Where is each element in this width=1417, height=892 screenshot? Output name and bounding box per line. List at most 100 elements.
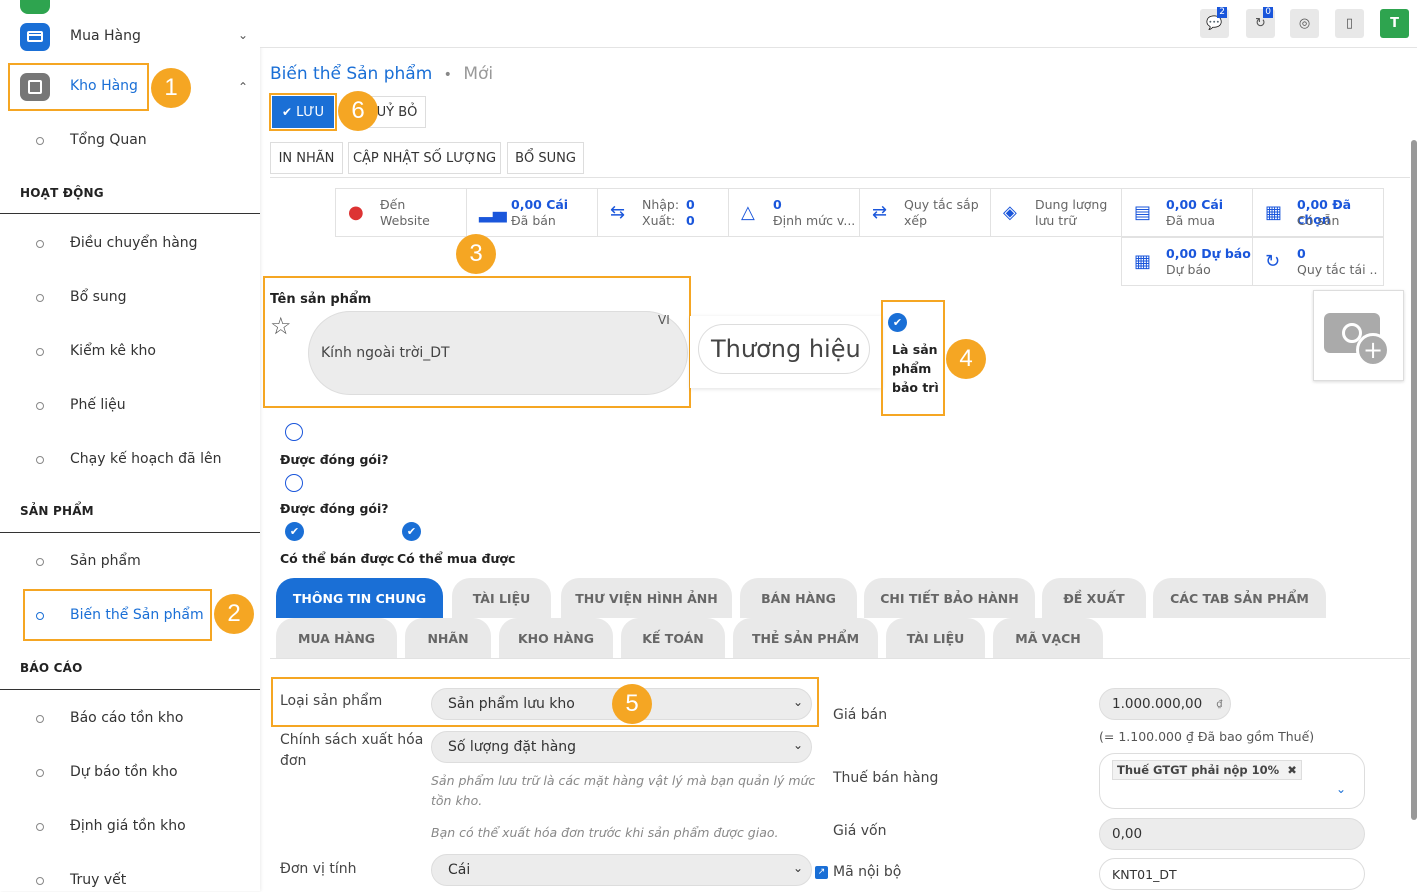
stat-onhand[interactable]: ▦ 0,00 Đã chọn Có sẵn (1252, 188, 1384, 237)
sidebar-item-mua-hang[interactable]: Mua Hàng ⌄ (0, 22, 260, 52)
packed-radio-1[interactable] (285, 423, 303, 441)
stat-website[interactable]: ● Đến Website (335, 188, 467, 237)
tab-ma-vach[interactable]: MÃ VẠCH (993, 618, 1103, 658)
tab-mua-hang[interactable]: MUA HÀNG (276, 618, 397, 658)
sidebar-item-kiem-ke[interactable]: Kiểm kê kho (0, 341, 260, 363)
uom-select[interactable]: Cái ⌄ (431, 854, 812, 886)
breadcrumb: Biến thể Sản phẩm • Mới (270, 64, 493, 84)
cost-input[interactable]: 0,00 (1099, 818, 1365, 850)
tab-thu-vien-hinh-anh[interactable]: THƯ VIỆN HÌNH ẢNH (561, 578, 732, 618)
sidebar-item-label: Truy vết (70, 872, 127, 888)
tab-ban-hang[interactable]: BÁN HÀNG (740, 578, 857, 618)
sidebar-item-truy-vet[interactable]: Truy vết (0, 870, 260, 892)
tabs-divider (270, 658, 1410, 659)
sidebar-item-label: Mua Hàng (70, 28, 141, 44)
annotation-badge-6: 6 (338, 91, 378, 131)
scrollbar[interactable] (1411, 140, 1417, 820)
stat-replenish-rule[interactable]: ↻ 0 Quy tắc tái ... (1252, 237, 1384, 286)
packed-radio-2[interactable] (285, 474, 303, 492)
sidebar-item-du-bao[interactable]: Dự báo tồn kho (0, 762, 260, 784)
stat-forecast[interactable]: ▦ 0,00 Dự báo Dự báo (1121, 237, 1253, 286)
top-bar: 💬 2 ↻ 0 ◎ ▯ T (260, 0, 1417, 48)
can-buy-checkbox[interactable]: ✔ (402, 522, 421, 541)
sidebar-item-phe-lieu[interactable]: Phế liệu (0, 395, 260, 417)
brand-input[interactable]: Thương hiệu (698, 324, 870, 374)
stat-text: Xuất: (642, 213, 676, 228)
sidebar-item-dinh-gia[interactable]: Định giá tồn kho (0, 816, 260, 838)
breadcrumb-parent[interactable]: Biến thể Sản phẩm (270, 64, 432, 84)
brand-placeholder: Thương hiệu (711, 335, 861, 363)
phone-icon[interactable]: ▯ (1335, 9, 1364, 38)
sidebar-item-label: Định giá tồn kho (70, 818, 186, 834)
stat-reorder[interactable]: △ 0 Định mức v... (728, 188, 860, 237)
chat-count-badge: 2 (1217, 7, 1227, 18)
chat-icon[interactable]: 💬 2 (1200, 7, 1229, 38)
invoice-policy-select[interactable]: Số lượng đặt hàng ⌄ (431, 731, 812, 763)
internal-ref-input[interactable]: KNT01_DT (1099, 858, 1365, 890)
sidebar-item-label: Phế liệu (70, 397, 126, 413)
signal-icon: ▂▄ (479, 202, 507, 223)
sale-price-label: Giá bán (833, 707, 888, 723)
stat-sold[interactable]: ▂▄ 0,00 Cái Đã bán (466, 188, 598, 237)
tab-ke-toan[interactable]: KẾ TOÁN (621, 618, 725, 658)
activity-icon[interactable]: ↻ 0 (1246, 7, 1275, 38)
stat-label: Quy tắc tái ... (1297, 262, 1377, 277)
highlight-box-4 (881, 300, 945, 416)
tab-de-xuat[interactable]: ĐỀ XUẤT (1042, 578, 1146, 618)
sidebar-item-bao-cao-ton-kho[interactable]: Báo cáo tồn kho (0, 708, 260, 730)
sidebar-item-label: Kiểm kê kho (70, 343, 156, 359)
avatar[interactable]: T (1380, 9, 1409, 38)
stat-putaway[interactable]: ⇄ Quy tắc sắp xếp (859, 188, 991, 237)
tab-tai-lieu-2[interactable]: TÀI LIỆU (886, 618, 985, 658)
internal-ref-label: Mã nội bộ (833, 864, 902, 880)
tab-kho-hang[interactable]: KHO HÀNG (499, 618, 613, 658)
sidebar-item-bo-sung[interactable]: Bổ sung (0, 287, 260, 309)
sales-tax-field[interactable]: Thuế GTGT phải nộp 10% ✖ ⌄ (1099, 753, 1365, 809)
stat-text: Dung lượng (1035, 197, 1108, 212)
product-image-upload[interactable]: + (1313, 290, 1404, 381)
sales-tax-label: Thuế bán hàng (833, 770, 939, 786)
can-sell-checkbox[interactable]: ✔ (285, 522, 304, 541)
breadcrumb-sep: • (443, 67, 452, 83)
sale-price-input[interactable]: 1.000.000,00 ₫ (1099, 688, 1231, 720)
tab-thong-tin-chung[interactable]: THÔNG TIN CHUNG (276, 578, 443, 618)
stat-label: Định mức v... (773, 213, 856, 228)
replenish-button[interactable]: BỔ SUNG (507, 142, 584, 174)
sidebar-item-san-pham[interactable]: Sản phẩm (0, 551, 260, 573)
tab-the-san-pham[interactable]: THẺ SẢN PHẨM (733, 618, 878, 658)
sidebar-item-dieu-chuyen[interactable]: Điều chuyển hàng (0, 233, 260, 255)
sidebar-item-ke-hoach[interactable]: Chạy kế hoạch đã lên (0, 449, 260, 471)
discard-label: UỶ BỎ (376, 104, 418, 120)
tab-cac-tab-san-pham[interactable]: CÁC TAB SẢN PHẨM (1153, 578, 1326, 618)
section-title-san-pham: SẢN PHẨM (20, 504, 94, 518)
tab-tai-lieu[interactable]: TÀI LIỆU (452, 578, 551, 618)
stat-text: xếp (904, 213, 928, 228)
tax-tag: Thuế GTGT phải nộp 10% ✖ (1112, 760, 1302, 780)
invoice-policy-label: Chính sách xuất hóa đơn (280, 732, 424, 769)
sidebar-item-label: Bổ sung (70, 289, 127, 305)
stat-purchased[interactable]: ▤ 0,00 Cái Đã mua (1121, 188, 1253, 237)
stat-capacity[interactable]: ◈ Dung lượng lưu trữ (990, 188, 1122, 237)
update-qty-button[interactable]: CẬP NHẬT SỐ LƯỢNG (348, 142, 501, 174)
tab-chi-tiet-bao-hanh[interactable]: CHI TIẾT BẢO HÀNH (864, 578, 1035, 618)
annotation-badge-3: 3 (456, 234, 496, 274)
highlight-box-6 (269, 93, 337, 131)
highlight-box-1 (8, 63, 149, 111)
highlight-box-5 (271, 677, 819, 727)
sidebar-item-label: Điều chuyển hàng (70, 235, 198, 251)
print-label-button[interactable]: IN NHÃN (270, 142, 343, 174)
external-link-icon[interactable]: ↗ (815, 866, 828, 879)
stat-in-out[interactable]: ⇆ Nhập: 0 Xuất: 0 (597, 188, 729, 237)
close-icon[interactable]: ✖ (1287, 763, 1297, 777)
sidebar-item-label: Tổng Quan (70, 132, 147, 148)
globe-icon[interactable]: ◎ (1290, 9, 1319, 38)
can-buy-label: Có thể mua được (397, 551, 516, 566)
sidebar-item-tong-quan[interactable]: Tổng Quan (0, 130, 260, 152)
stat-text: Quy tắc sắp (904, 197, 979, 212)
app-icon-top (20, 0, 50, 14)
grid-icon: ▦ (1265, 202, 1283, 223)
breadcrumb-current: Mới (463, 64, 494, 84)
tab-nhan[interactable]: NHÃN (405, 618, 491, 658)
stat-text: Đến (380, 197, 406, 212)
annotation-badge-4: 4 (946, 339, 986, 379)
